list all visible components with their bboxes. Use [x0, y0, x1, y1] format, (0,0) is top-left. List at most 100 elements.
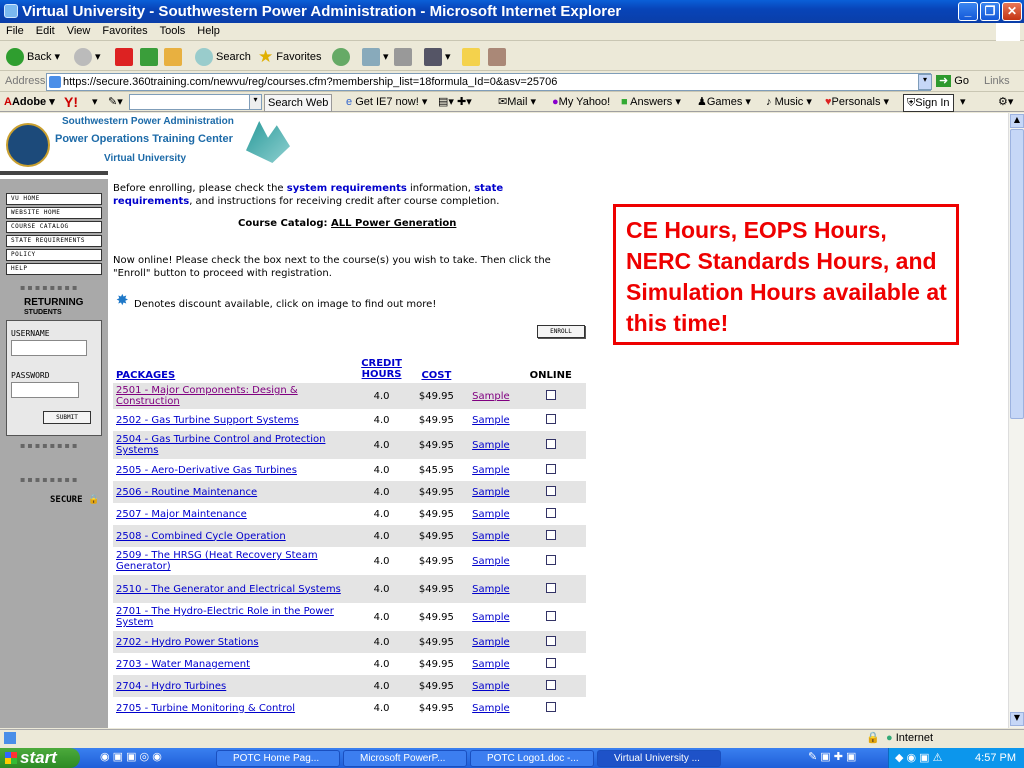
sample-link[interactable]: Sample — [472, 531, 510, 542]
forward-button[interactable]: ▾ — [74, 47, 101, 67]
cost-header[interactable]: COST — [421, 370, 451, 381]
nav-vu-home[interactable]: VU HOME — [6, 193, 102, 205]
scroll-thumb[interactable] — [1010, 129, 1024, 419]
sample-link[interactable]: Sample — [472, 556, 510, 567]
close-button[interactable]: ✕ — [1002, 2, 1022, 21]
adobe-button[interactable]: AAdobe ▾ — [4, 94, 55, 110]
music-button[interactable]: ♪ Music ▾ — [766, 94, 812, 110]
credit-hours-header[interactable]: CREDIT HOURS — [361, 358, 402, 380]
enroll-checkbox[interactable] — [545, 529, 556, 540]
enroll-checkbox[interactable] — [545, 582, 556, 593]
menu-tools[interactable]: Tools — [154, 23, 192, 37]
sign-in-dropdown[interactable]: ▾ — [960, 94, 966, 110]
get-ie7-button[interactable]: e Get IE7 now! ▾ — [346, 94, 427, 110]
menu-help[interactable]: Help — [191, 23, 226, 37]
stop-button[interactable] — [115, 47, 133, 67]
start-button[interactable]: start — [0, 748, 80, 768]
enroll-checkbox[interactable] — [545, 413, 556, 424]
discuss-button[interactable] — [462, 47, 480, 67]
course-link[interactable]: 2508 - Combined Cycle Operation — [116, 531, 286, 542]
refresh-button[interactable] — [140, 47, 158, 67]
address-dropdown[interactable]: ▾ — [918, 74, 932, 90]
mail-button[interactable]: ▾ — [362, 47, 389, 67]
personals-button[interactable]: ♥Personals ▾ — [825, 94, 889, 110]
go-button[interactable]: ➜ Go — [936, 74, 969, 87]
task-word-doc[interactable]: POTC Logo1.doc -... — [470, 750, 594, 767]
sample-link[interactable]: Sample — [472, 659, 510, 670]
enroll-checkbox[interactable] — [545, 635, 556, 646]
home-button[interactable] — [164, 47, 182, 67]
enroll-checkbox[interactable] — [545, 507, 556, 518]
menu-favorites[interactable]: Favorites — [96, 23, 153, 37]
task-powerpoint[interactable]: Microsoft PowerP... — [343, 750, 467, 767]
toolbar-options-button[interactable]: ▤▾ ✚▾ — [438, 94, 472, 110]
submit-button[interactable]: SUBMIT — [43, 411, 91, 424]
discount-star-icon[interactable]: ✸ — [116, 291, 129, 309]
course-link[interactable]: 2509 - The HRSG (Heat Recovery Steam Gen… — [116, 550, 318, 572]
enroll-checkbox[interactable] — [545, 610, 556, 621]
minimize-button[interactable]: _ — [958, 2, 978, 21]
edit-button[interactable]: ▾ — [424, 47, 451, 67]
enroll-checkbox[interactable] — [545, 485, 556, 496]
address-input[interactable]: https://secure.360training.com/newvu/reg… — [46, 73, 931, 91]
course-link[interactable]: 2505 - Aero-Derivative Gas Turbines — [116, 465, 297, 476]
clock[interactable]: 4:57 PM — [975, 752, 1016, 764]
sample-link[interactable]: Sample — [472, 584, 510, 595]
sample-link[interactable]: Sample — [472, 465, 510, 476]
sample-link[interactable]: Sample — [472, 509, 510, 520]
enroll-checkbox[interactable] — [545, 701, 556, 712]
course-link[interactable]: 2501 - Major Components: Design & Constr… — [116, 385, 298, 407]
nav-state-requirements[interactable]: STATE REQUIREMENTS — [6, 235, 102, 247]
course-link[interactable]: 2703 - Water Management — [116, 659, 250, 670]
menu-edit[interactable]: Edit — [30, 23, 61, 37]
course-link[interactable]: 2502 - Gas Turbine Support Systems — [116, 415, 299, 426]
maximize-button[interactable]: ❐ — [980, 2, 1000, 21]
sample-link[interactable]: Sample — [472, 612, 510, 623]
pencil-icon[interactable]: ✎▾ — [108, 94, 123, 110]
enroll-button[interactable]: ENROLL — [537, 325, 585, 338]
toolbar-settings-icon[interactable]: ⚙▾ — [998, 94, 1013, 110]
back-button[interactable]: Back ▾ — [6, 47, 60, 67]
nav-policy[interactable]: POLICY — [6, 249, 102, 261]
course-link[interactable]: 2504 - Gas Turbine Control and Protectio… — [116, 434, 325, 456]
enroll-checkbox[interactable] — [545, 679, 556, 690]
course-link[interactable]: 2704 - Hydro Turbines — [116, 681, 226, 692]
search-button[interactable]: Search — [195, 47, 251, 67]
sample-link[interactable]: Sample — [472, 415, 510, 426]
sample-link[interactable]: Sample — [472, 487, 510, 498]
course-link[interactable]: 2705 - Turbine Monitoring & Control — [116, 703, 295, 714]
nav-help[interactable]: HELP — [6, 263, 102, 275]
sample-link[interactable]: Sample — [472, 703, 510, 714]
sample-link[interactable]: Sample — [472, 637, 510, 648]
mail-button[interactable]: ✉Mail ▾ — [498, 94, 536, 110]
menu-file[interactable]: File — [0, 23, 30, 37]
enroll-checkbox[interactable] — [545, 438, 556, 449]
yahoo-logo-icon[interactable]: Y! — [64, 94, 78, 110]
course-link[interactable]: 2510 - The Generator and Electrical Syst… — [116, 584, 341, 595]
sample-link[interactable]: Sample — [472, 391, 510, 402]
quick-launch[interactable]: ◉ ▣ ▣ ◎ ◉ — [100, 750, 162, 763]
yahoo-menu-dropdown[interactable]: ▾ — [92, 94, 98, 110]
games-button[interactable]: ♟Games ▾ — [697, 94, 751, 110]
task-potc-home[interactable]: POTC Home Pag... — [216, 750, 340, 767]
packages-header[interactable]: PACKAGES — [116, 370, 175, 381]
research-button[interactable] — [488, 47, 506, 67]
sign-in-button[interactable]: ⛨Sign In — [903, 94, 954, 112]
course-link[interactable]: 2701 - The Hydro-Electric Role in the Po… — [116, 606, 334, 628]
vertical-scrollbar[interactable]: ▲ ▼ — [1008, 113, 1024, 728]
sample-link[interactable]: Sample — [472, 681, 510, 692]
print-button[interactable] — [394, 47, 412, 67]
course-link[interactable]: 2506 - Routine Maintenance — [116, 487, 257, 498]
scroll-down-button[interactable]: ▼ — [1010, 712, 1024, 726]
course-link[interactable]: 2702 - Hydro Power Stations — [116, 637, 259, 648]
history-button[interactable] — [332, 47, 350, 67]
nav-website-home[interactable]: WEBSITE HOME — [6, 207, 102, 219]
password-input[interactable] — [11, 382, 79, 398]
username-input[interactable] — [11, 340, 87, 356]
enroll-checkbox[interactable] — [545, 463, 556, 474]
course-link[interactable]: 2507 - Major Maintenance — [116, 509, 247, 520]
search-dropdown[interactable]: ▾ — [249, 94, 262, 110]
enroll-checkbox[interactable] — [545, 554, 556, 565]
scroll-up-button[interactable]: ▲ — [1010, 114, 1024, 128]
enroll-checkbox[interactable] — [545, 389, 556, 400]
